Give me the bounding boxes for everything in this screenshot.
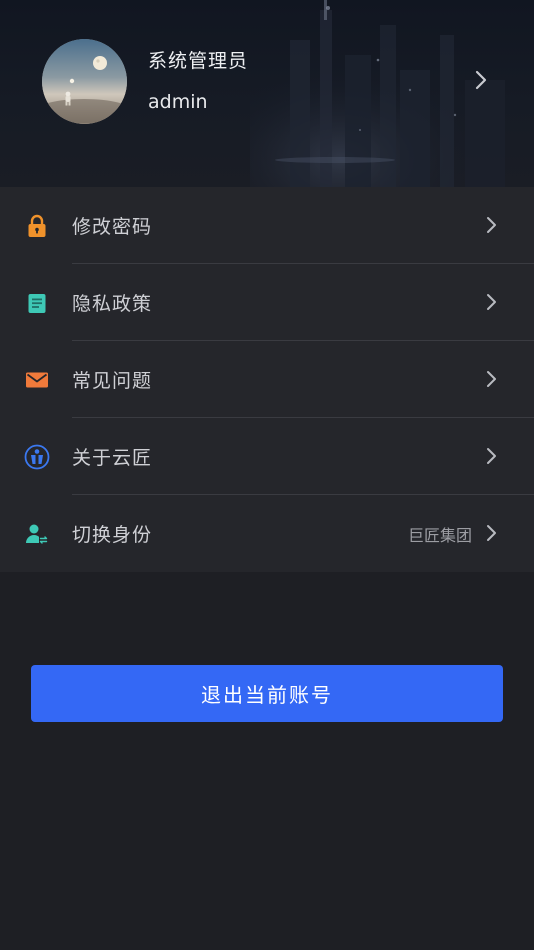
chevron-right-icon (487, 525, 496, 541)
menu-item-about[interactable]: 关于云匠 (0, 418, 534, 495)
profile-page: 系统管理员 admin 修改密码 隐私政策 常见问题 关于云匠 切换身份 巨匠集… (0, 0, 534, 950)
chevron-right-icon[interactable] (471, 69, 491, 91)
menu-item-faq[interactable]: 常见问题 (0, 341, 534, 418)
menu-item-label: 隐私政策 (72, 293, 153, 315)
document-icon (24, 290, 50, 316)
current-identity-value: 巨匠集团 (407, 526, 472, 545)
yunjiang-logo-icon (24, 444, 50, 470)
profile-header[interactable]: 系统管理员 admin (0, 0, 534, 187)
menu-item-switch-identity[interactable]: 切换身份 巨匠集团 (0, 495, 534, 572)
switch-user-icon (24, 521, 50, 547)
user-account-name: admin (148, 91, 208, 113)
logout-button[interactable]: 退出当前账号 (31, 665, 503, 722)
header-background-image (250, 0, 534, 187)
menu-item-label: 常见问题 (72, 370, 153, 392)
menu-item-label: 切换身份 (72, 524, 153, 546)
menu-item-label: 关于云匠 (72, 447, 153, 469)
menu-item-privacy-policy[interactable]: 隐私政策 (0, 264, 534, 341)
astronaut-moon-image (42, 39, 127, 124)
chevron-right-icon (487, 448, 496, 464)
menu-item-change-password[interactable]: 修改密码 (0, 187, 534, 264)
menu-item-label: 修改密码 (72, 216, 153, 238)
chevron-right-icon (487, 217, 496, 233)
settings-menu: 修改密码 隐私政策 常见问题 关于云匠 切换身份 巨匠集团 (0, 187, 534, 572)
chevron-right-icon (487, 371, 496, 387)
user-display-name: 系统管理员 (148, 50, 249, 72)
mail-icon (24, 367, 50, 393)
avatar[interactable] (42, 39, 127, 124)
lock-icon (24, 213, 50, 239)
chevron-right-icon (487, 294, 496, 310)
